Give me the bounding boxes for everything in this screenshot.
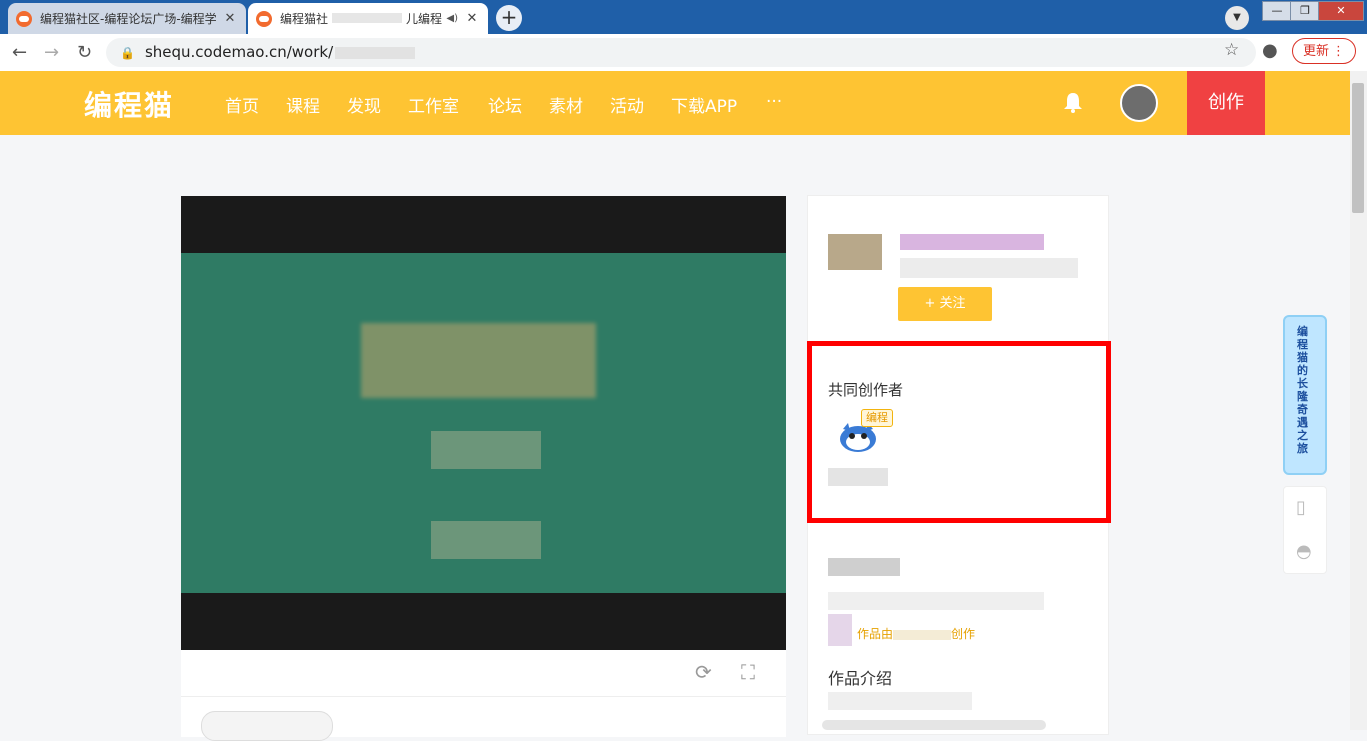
work-player[interactable] xyxy=(181,196,786,650)
intro-text-blurred xyxy=(828,692,972,710)
nav-activities[interactable]: 活动 xyxy=(610,92,644,117)
author-name-blurred[interactable] xyxy=(900,234,1044,250)
player-controls: ⟳ ⛶ xyxy=(181,650,786,697)
refresh-icon[interactable]: ⟳ xyxy=(695,660,712,684)
work-tags-area xyxy=(181,697,786,741)
maximize-button[interactable]: ❐ xyxy=(1290,1,1320,21)
work-meta-blurred xyxy=(828,592,1044,610)
update-button[interactable]: 更新 ⋮ xyxy=(1292,38,1356,64)
promo-banner[interactable]: 编程猫的长隆奇遇之旅 xyxy=(1283,315,1327,475)
nav-forum[interactable]: 论坛 xyxy=(488,92,522,117)
co-creator-name-blurred[interactable] xyxy=(828,468,888,486)
nav-discover[interactable]: 发现 xyxy=(347,92,381,117)
close-window-button[interactable]: ✕ xyxy=(1318,1,1364,21)
tab-title: 编程猫社区-编程论坛广场-编程学 xyxy=(40,12,217,26)
tab-active[interactable]: 编程猫社 儿编程 ◀) ✕ xyxy=(248,3,488,34)
new-tab-button[interactable]: + xyxy=(496,5,522,31)
forward-icon[interactable]: → xyxy=(44,42,59,63)
work-title-blurred xyxy=(828,558,900,576)
small-icon-blurred xyxy=(828,614,852,646)
co-creator-badge: 编程 xyxy=(861,409,893,427)
author-avatar-blurred[interactable] xyxy=(828,234,882,270)
reload-icon[interactable]: ↻ xyxy=(77,42,92,63)
mobile-icon[interactable]: ▯ xyxy=(1296,497,1306,518)
promo-banner-text: 编程猫的长隆奇遇之旅 xyxy=(1297,325,1308,455)
co-creators-title: 共同创作者 xyxy=(828,381,904,399)
minimize-button[interactable]: — xyxy=(1262,1,1292,21)
codemao-favicon xyxy=(16,10,32,27)
fullscreen-icon[interactable]: ⛶ xyxy=(741,660,755,684)
create-button[interactable]: 创作 xyxy=(1187,71,1265,135)
nav-download-app[interactable]: 下载APP xyxy=(671,92,737,117)
tab-close-icon[interactable]: ✕ xyxy=(222,11,238,26)
follow-button[interactable]: + 关注 xyxy=(898,287,992,321)
author-info-blurred xyxy=(900,258,1078,278)
qq-icon[interactable]: ◓ xyxy=(1296,541,1312,562)
nav-materials[interactable]: 素材 xyxy=(549,92,583,117)
nav-studio[interactable]: 工作室 xyxy=(408,92,459,117)
back-icon[interactable]: ← xyxy=(12,42,27,63)
menu-dots-icon: ⋮ xyxy=(1332,44,1345,59)
tab-title: 编程猫社 儿编程 xyxy=(280,12,443,26)
blurred-game-title xyxy=(361,323,596,398)
lock-icon: 🔒 xyxy=(120,46,135,60)
player-stage[interactable] xyxy=(181,253,786,593)
blurred-stage-button xyxy=(431,431,541,469)
profile-icon[interactable]: ● xyxy=(1262,40,1278,61)
speaker-icon[interactable]: ◀) xyxy=(446,13,458,24)
work-author-note: 作品由 创作 xyxy=(857,627,976,641)
scrollbar-thumb[interactable] xyxy=(1352,83,1364,213)
tab-close-icon[interactable]: ✕ xyxy=(464,11,480,26)
codemao-favicon xyxy=(256,10,272,27)
tab-inactive[interactable]: 编程猫社区-编程论坛广场-编程学 ✕ xyxy=(8,3,246,34)
bell-icon[interactable] xyxy=(1062,91,1084,113)
blurred-tag[interactable] xyxy=(201,711,333,741)
nav-home[interactable]: 首页 xyxy=(225,92,259,117)
nav-courses[interactable]: 课程 xyxy=(286,92,320,117)
nav-more[interactable]: ··· xyxy=(766,92,782,112)
work-intro-title: 作品介绍 xyxy=(828,669,893,688)
user-avatar[interactable] xyxy=(1120,84,1158,122)
floating-tools: ▯ ◓ xyxy=(1283,486,1327,574)
site-header: 编程猫 首页 课程 发现 工作室 论坛 素材 活动 下载APP ··· 创作 xyxy=(0,71,1350,135)
address-bar-row: ← → ↻ 🔒 shequ.codemao.cn/work/ ☆ ● 更新 ⋮ xyxy=(0,34,1367,72)
bookmark-star-icon[interactable]: ☆ xyxy=(1224,40,1239,60)
browser-titlebar: 编程猫社区-编程论坛广场-编程学 ✕ 编程猫社 儿编程 ◀) ✕ + ▼ — ❐ … xyxy=(0,0,1367,34)
url-field[interactable]: 🔒 shequ.codemao.cn/work/ xyxy=(106,38,1256,67)
blurred-stage-button xyxy=(431,521,541,559)
intro-text-blurred xyxy=(822,720,1046,730)
site-logo[interactable]: 编程猫 xyxy=(84,84,174,124)
tab-search-icon[interactable]: ▼ xyxy=(1225,6,1249,30)
page-scrollbar[interactable] xyxy=(1350,71,1367,730)
